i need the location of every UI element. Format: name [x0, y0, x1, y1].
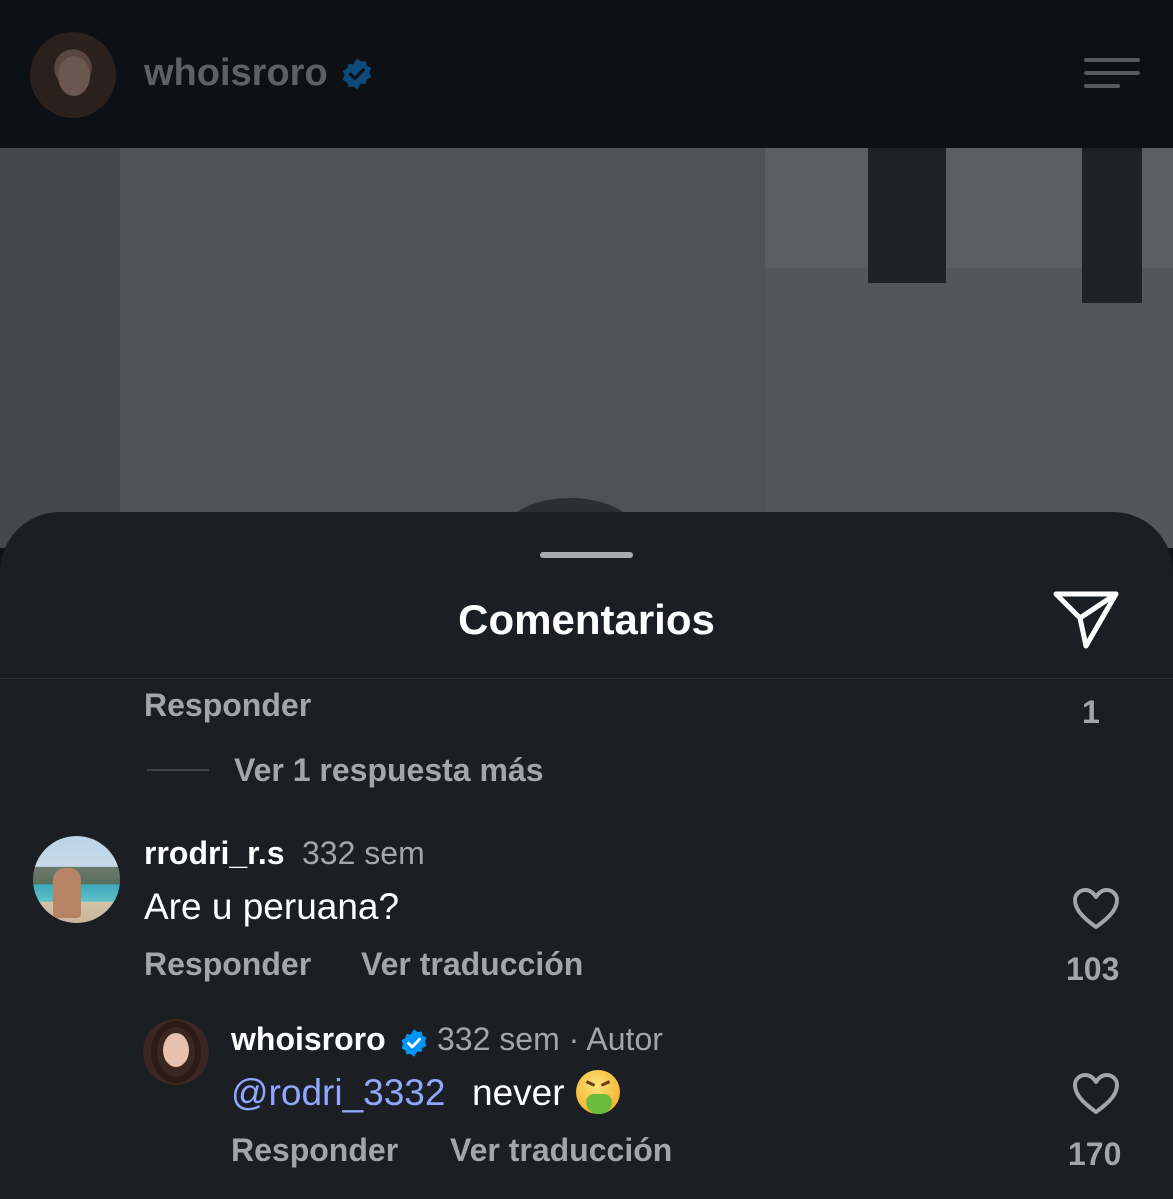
heart-icon[interactable]	[1072, 1072, 1120, 1116]
see-translation-button[interactable]: Ver traducción	[450, 1132, 672, 1169]
comment-username[interactable]: whoisroro	[231, 1021, 386, 1058]
hamburger-menu-icon[interactable]	[1084, 58, 1140, 90]
wall-middle	[120, 148, 765, 548]
sheet-title: Comentarios	[458, 596, 715, 643]
verified-badge-icon	[342, 58, 372, 90]
like-count: 170	[1068, 1136, 1122, 1172]
comment-text: Are u peruana?	[144, 886, 400, 927]
reply-button[interactable]: Responder	[144, 946, 311, 983]
comment-time: 332 sem	[302, 835, 425, 871]
vomiting-face-emoji	[576, 1070, 620, 1114]
reply-button[interactable]: Responder	[231, 1132, 398, 1169]
thread-line	[147, 769, 209, 771]
profile-avatar[interactable]	[30, 32, 116, 118]
comment-text: never	[472, 1072, 565, 1113]
send-icon[interactable]	[1050, 588, 1122, 652]
mention-link[interactable]: @rodri_3332	[231, 1072, 445, 1114]
wall-left	[0, 148, 120, 548]
like-count: 103	[1066, 951, 1120, 987]
wall-right	[765, 268, 1173, 548]
comment-username[interactable]: rrodri_r.s	[144, 835, 285, 872]
like-count: 1	[1082, 694, 1100, 730]
avatar-person	[53, 868, 81, 918]
see-translation-button[interactable]: Ver traducción	[361, 946, 583, 983]
commenter-avatar[interactable]	[143, 1019, 209, 1085]
video-background	[0, 148, 1173, 548]
profile-header: whoisroro	[0, 0, 1173, 148]
window-bar	[868, 148, 946, 283]
avatar-hair	[151, 1021, 201, 1083]
profile-username[interactable]: whoisroro	[144, 52, 328, 95]
avatar-face	[58, 56, 90, 96]
window-bar	[1082, 148, 1142, 303]
sheet-grabber[interactable]	[540, 552, 633, 558]
emoji-vomit	[586, 1094, 612, 1114]
reply-button[interactable]: Responder	[144, 687, 311, 724]
emoji-eye	[600, 1080, 611, 1087]
emoji-eye	[585, 1080, 596, 1087]
verified-badge-icon	[401, 1029, 427, 1057]
heart-icon[interactable]	[1072, 887, 1120, 931]
comment-time: 332 sem · Autor	[437, 1021, 663, 1057]
header-divider	[0, 678, 1173, 679]
commenter-avatar[interactable]	[33, 836, 120, 923]
comments-sheet: Comentarios Responder 1 Ver 1 respuesta …	[0, 512, 1173, 1199]
view-more-replies-button[interactable]: Ver 1 respuesta más	[234, 752, 544, 789]
